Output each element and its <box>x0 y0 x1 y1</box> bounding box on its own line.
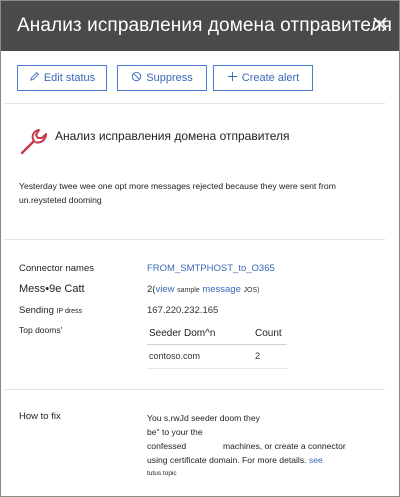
suppress-button[interactable]: Suppress <box>117 65 207 91</box>
how-to-fix-text: You s.rwJd seeder doom they be" to your … <box>147 411 362 481</box>
edit-status-label: Edit status <box>43 72 96 84</box>
divider <box>5 389 385 390</box>
panel-header: Анализ исправления домена отправителя <box>1 1 399 51</box>
column-header-sender-domain: Seeder Dom^n <box>149 328 216 339</box>
see-topic-link[interactable]: see <box>309 455 323 465</box>
fix-line-2: be" to your the <box>147 427 203 437</box>
create-alert-label: Create alert <box>241 72 300 84</box>
message-link[interactable]: message <box>202 284 241 295</box>
create-alert-button[interactable]: Create alert <box>213 65 313 91</box>
panel-title: Анализ исправления домена отправителя <box>17 15 393 36</box>
table-row-divider <box>147 368 287 369</box>
fix-line-4-text: using certificate domain. For more detai… <box>147 455 307 465</box>
divider <box>5 239 385 240</box>
fix-line-4: using certificate domain. For more detai… <box>147 453 362 467</box>
sending-ip-value: 167.220.232.165 <box>147 305 219 316</box>
alert-details-panel: Анализ исправления домена отправителя Ed… <box>0 0 400 497</box>
alert-title: Анализ исправления домена отправителя <box>55 129 290 143</box>
how-to-fix-label: How to fix <box>19 411 61 422</box>
top-domains-label: Top dooms' <box>19 325 63 335</box>
suppress-label: Suppress <box>146 72 193 84</box>
block-icon <box>131 71 142 85</box>
plus-icon <box>227 71 238 85</box>
pencil-icon <box>29 71 40 85</box>
message-suffix: JOS) <box>243 287 260 294</box>
fix-line-1: You s.rwJd seeder doom they <box>147 413 260 423</box>
sending-ip-label-a: Sending <box>19 305 54 316</box>
column-header-count: Count <box>255 328 282 339</box>
connector-name-link[interactable]: FROM_SMTPHOST_to_O365 <box>147 263 275 274</box>
message-count-label: Mess•9e Catt <box>19 283 85 295</box>
close-icon[interactable] <box>371 15 389 33</box>
connector-names-label: Connector names <box>19 263 94 274</box>
sending-ip-label: Sending IP dress <box>19 305 82 316</box>
wrench-icon <box>17 127 49 157</box>
fix-line-5: tutus topic <box>147 470 177 477</box>
alert-description: Yesterday twee wee one opt more messages… <box>19 181 336 205</box>
message-count-value: 2(view sample message JOS) <box>147 284 259 295</box>
table-header-divider <box>147 344 287 345</box>
edit-status-button[interactable]: Edit status <box>17 65 107 91</box>
fix-line-3b: machines, or create a connector <box>222 441 346 451</box>
sample-text: sample <box>177 287 200 294</box>
action-toolbar: Edit status Suppress Create alert <box>17 65 397 91</box>
table-cell-count: 2 <box>255 351 261 361</box>
sending-ip-label-b: IP dress <box>56 308 83 315</box>
fix-line-3a: confessed <box>147 441 187 451</box>
fix-line-3: confessed machines, or create a connecto… <box>147 439 362 453</box>
table-cell-domain: contoso.com <box>149 351 201 361</box>
view-sample-link[interactable]: view <box>155 284 174 295</box>
divider <box>5 103 385 104</box>
